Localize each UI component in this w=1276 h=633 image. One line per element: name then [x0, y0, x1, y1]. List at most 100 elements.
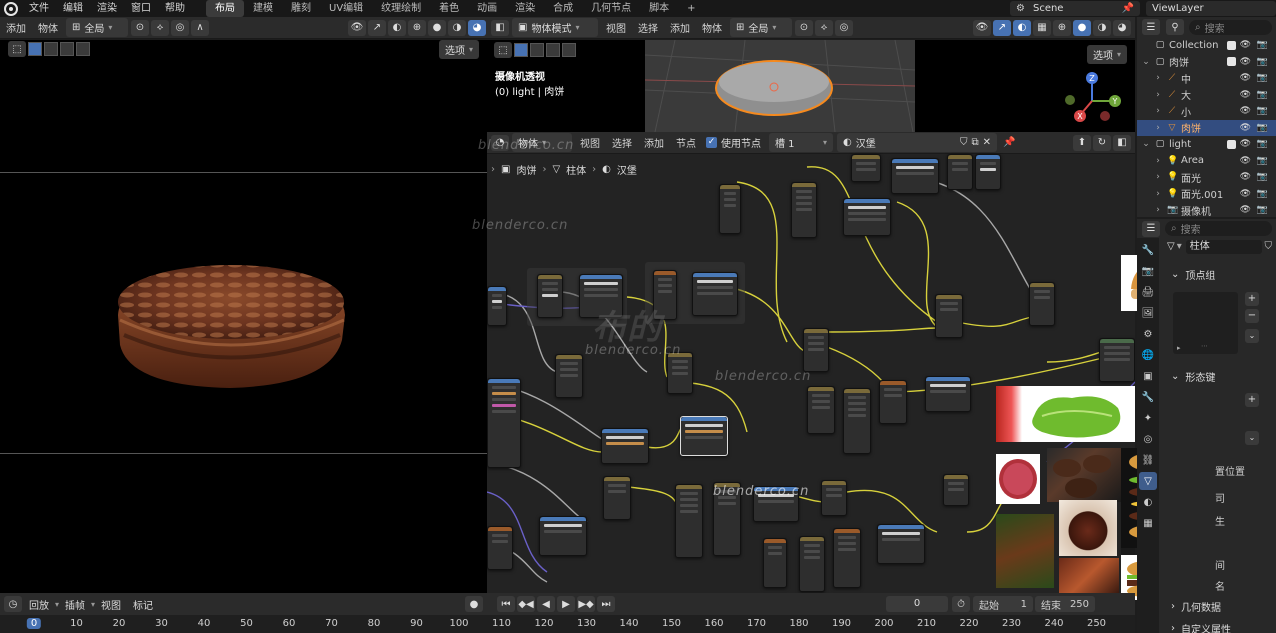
timeline-view-menu[interactable]: 视图 [95, 597, 127, 612]
jump-start-icon[interactable]: ⏮ [497, 596, 516, 612]
render-tab-icon[interactable]: 📷 [1139, 262, 1157, 280]
object-tab-icon[interactable]: ▣ [1139, 367, 1157, 385]
render-visibility-icon[interactable]: 📷 [1257, 73, 1268, 83]
scene-tab-icon[interactable]: ⚙ [1139, 325, 1157, 343]
shader-node-selected[interactable] [680, 416, 728, 456]
xray-icon[interactable]: ▦ [1033, 19, 1051, 36]
pin-icon[interactable]: 📌 [1122, 3, 1134, 14]
filter-icon[interactable]: ⚲ [1166, 19, 1184, 35]
play-reverse-icon[interactable]: ◀ [537, 596, 556, 612]
visibility-eye-icon[interactable]: 👁 [1240, 139, 1251, 149]
shader-node[interactable] [975, 154, 1001, 190]
navigation-gizmo[interactable]: Z Y X [1061, 70, 1123, 132]
chevron-right-icon[interactable]: › [1153, 73, 1163, 83]
end-frame-field[interactable]: 结束 250 [1035, 596, 1096, 612]
right-object-menu[interactable]: 物体 [696, 20, 728, 35]
shader-node[interactable] [879, 380, 907, 424]
shader-node[interactable] [851, 154, 881, 182]
exclude-checkbox[interactable] [1227, 40, 1236, 50]
render-visibility-icon[interactable]: 📷 [1257, 205, 1268, 215]
select-mode-new-icon[interactable] [28, 42, 42, 56]
chevron-right-icon[interactable]: › [1153, 156, 1163, 166]
shader-node[interactable] [537, 274, 563, 318]
workspace-tab-scripting[interactable]: 脚本 [640, 0, 678, 17]
shader-node[interactable] [653, 270, 677, 320]
shader-node[interactable] [579, 274, 623, 318]
workspace-tab-animation[interactable]: 动画 [468, 0, 506, 17]
timeline-ruler[interactable]: 0 10 20 30 40 50 60 70 80 90 100 110 120 130 140 150 160… [0, 615, 1135, 633]
chevron-right-icon[interactable]: › [1153, 123, 1163, 133]
visibility-eye-icon[interactable]: 👁 [1240, 57, 1251, 67]
editor-type-icon[interactable]: ◷ [4, 596, 22, 612]
shader-node[interactable] [555, 354, 583, 398]
outliner-row[interactable]: › ▽ 肉饼 👁 📷 [1137, 119, 1276, 136]
chevron-down-icon[interactable]: ⌄ [1141, 139, 1151, 149]
workspace-tab-shading[interactable]: 着色 [430, 0, 468, 17]
prev-keyframe-icon[interactable]: ◆◀ [517, 596, 536, 612]
select-mode-intersect-icon[interactable] [562, 43, 576, 57]
proportional-edit-icon[interactable]: ◎ [171, 19, 189, 36]
texture-tab-icon[interactable]: ▦ [1139, 514, 1157, 532]
rendered-shading-icon[interactable]: ◕ [1113, 19, 1131, 36]
jump-end-icon[interactable]: ⏭ [597, 596, 616, 612]
workspace-tab-layout[interactable]: 布局 [206, 0, 244, 17]
play-icon[interactable]: ▶ [557, 596, 576, 612]
overlay-icon[interactable]: ◐ [388, 19, 406, 36]
shader-node[interactable] [601, 428, 649, 464]
render-visibility-icon[interactable]: 📷 [1257, 156, 1268, 166]
outliner-row[interactable]: ⌄ ▢ light 👁 📷 [1137, 136, 1276, 153]
shader-node[interactable] [935, 294, 963, 338]
workspace-tab-modeling[interactable]: 建模 [244, 0, 282, 17]
visibility-eye-icon[interactable]: 👁 [1240, 106, 1251, 116]
shader-node[interactable] [487, 526, 513, 570]
auto-keying-icon[interactable]: ● [465, 596, 484, 612]
object-mode-dropdown[interactable]: ▣ 物体模式 ▾ [512, 18, 598, 37]
chevron-right-icon[interactable]: › [1153, 172, 1163, 182]
particles-tab-icon[interactable]: ✦ [1139, 409, 1157, 427]
data-tab-icon[interactable]: ▽ [1139, 472, 1157, 490]
vertex-groups-panel-header[interactable]: ⌄ 顶点组 [1167, 265, 1272, 283]
shader-node[interactable] [843, 198, 891, 236]
chevron-right-icon[interactable]: › [1153, 90, 1163, 100]
shader-node[interactable] [821, 480, 847, 516]
shader-node[interactable] [763, 538, 787, 588]
scene-selector[interactable]: ⚙ Scene 📌 [1010, 1, 1140, 16]
select-mode-intersect-icon[interactable] [76, 42, 90, 56]
clock-icon[interactable]: ⏱ [952, 596, 971, 612]
select-tool-icon[interactable]: ⬚ [494, 42, 512, 58]
visibility-eye-icon[interactable]: 👁 [1240, 189, 1251, 199]
shader-node[interactable] [791, 182, 817, 238]
shader-node[interactable] [799, 536, 825, 592]
left-add-menu[interactable]: 添加 [0, 20, 32, 35]
view-layer-tab-icon[interactable]: 🖼 [1139, 304, 1157, 322]
workspace-tab-geometry-nodes[interactable]: 几何节点 [582, 0, 640, 17]
workspace-tab-texture-paint[interactable]: 纹理绘制 [372, 0, 430, 17]
list-expand-icon[interactable]: ▸ [1177, 344, 1181, 352]
outliner-editor-icon[interactable]: ☰ [1142, 19, 1160, 35]
marker-menu[interactable]: 标记 [127, 597, 159, 612]
shader-node[interactable] [947, 154, 973, 190]
visibility-eye-icon[interactable]: 👁 [1240, 73, 1251, 83]
tool-tab-icon[interactable]: 🔧 [1139, 241, 1157, 259]
properties-editor-icon[interactable]: ☰ [1142, 220, 1160, 237]
shape-key-specials-button[interactable]: ⌄ [1245, 431, 1259, 445]
chevron-right-icon[interactable]: › [1153, 205, 1163, 215]
shader-node-editor[interactable]: ◔ 物体 ▾ 视图 选择 添加 节点 ✓ 使用节点 槽 1 ▾ ◐ 汉堡 ⛉ ⧉… [487, 132, 1135, 593]
outliner-row[interactable]: › ⟋ 中 👁 📷 [1137, 70, 1276, 87]
start-frame-field[interactable]: 起始 1 [973, 596, 1034, 612]
visibility-eye-icon[interactable]: 👁 [1240, 205, 1251, 215]
transform-orientation-dropdown[interactable]: ⊞ 全局 ▾ [66, 18, 128, 37]
world-tab-icon[interactable]: 🌐 [1139, 346, 1157, 364]
select-mode-new-icon[interactable] [514, 43, 528, 57]
chevron-right-icon[interactable]: › [1153, 106, 1163, 116]
shader-node[interactable] [713, 482, 741, 556]
shader-node[interactable] [675, 484, 703, 558]
modifier-tab-icon[interactable]: 🔧 [1139, 388, 1157, 406]
select-tool-icon[interactable]: ⬚ [8, 41, 26, 57]
editor-type-icon[interactable]: ◧ [491, 19, 509, 36]
right-select-menu[interactable]: 选择 [632, 20, 664, 35]
render-visibility-icon[interactable]: 📷 [1257, 172, 1268, 182]
add-shape-key-button[interactable]: + [1245, 393, 1259, 407]
exclude-checkbox[interactable] [1227, 139, 1236, 149]
outliner-row[interactable]: ⌄ ▢ 肉饼 👁 📷 [1137, 54, 1276, 71]
